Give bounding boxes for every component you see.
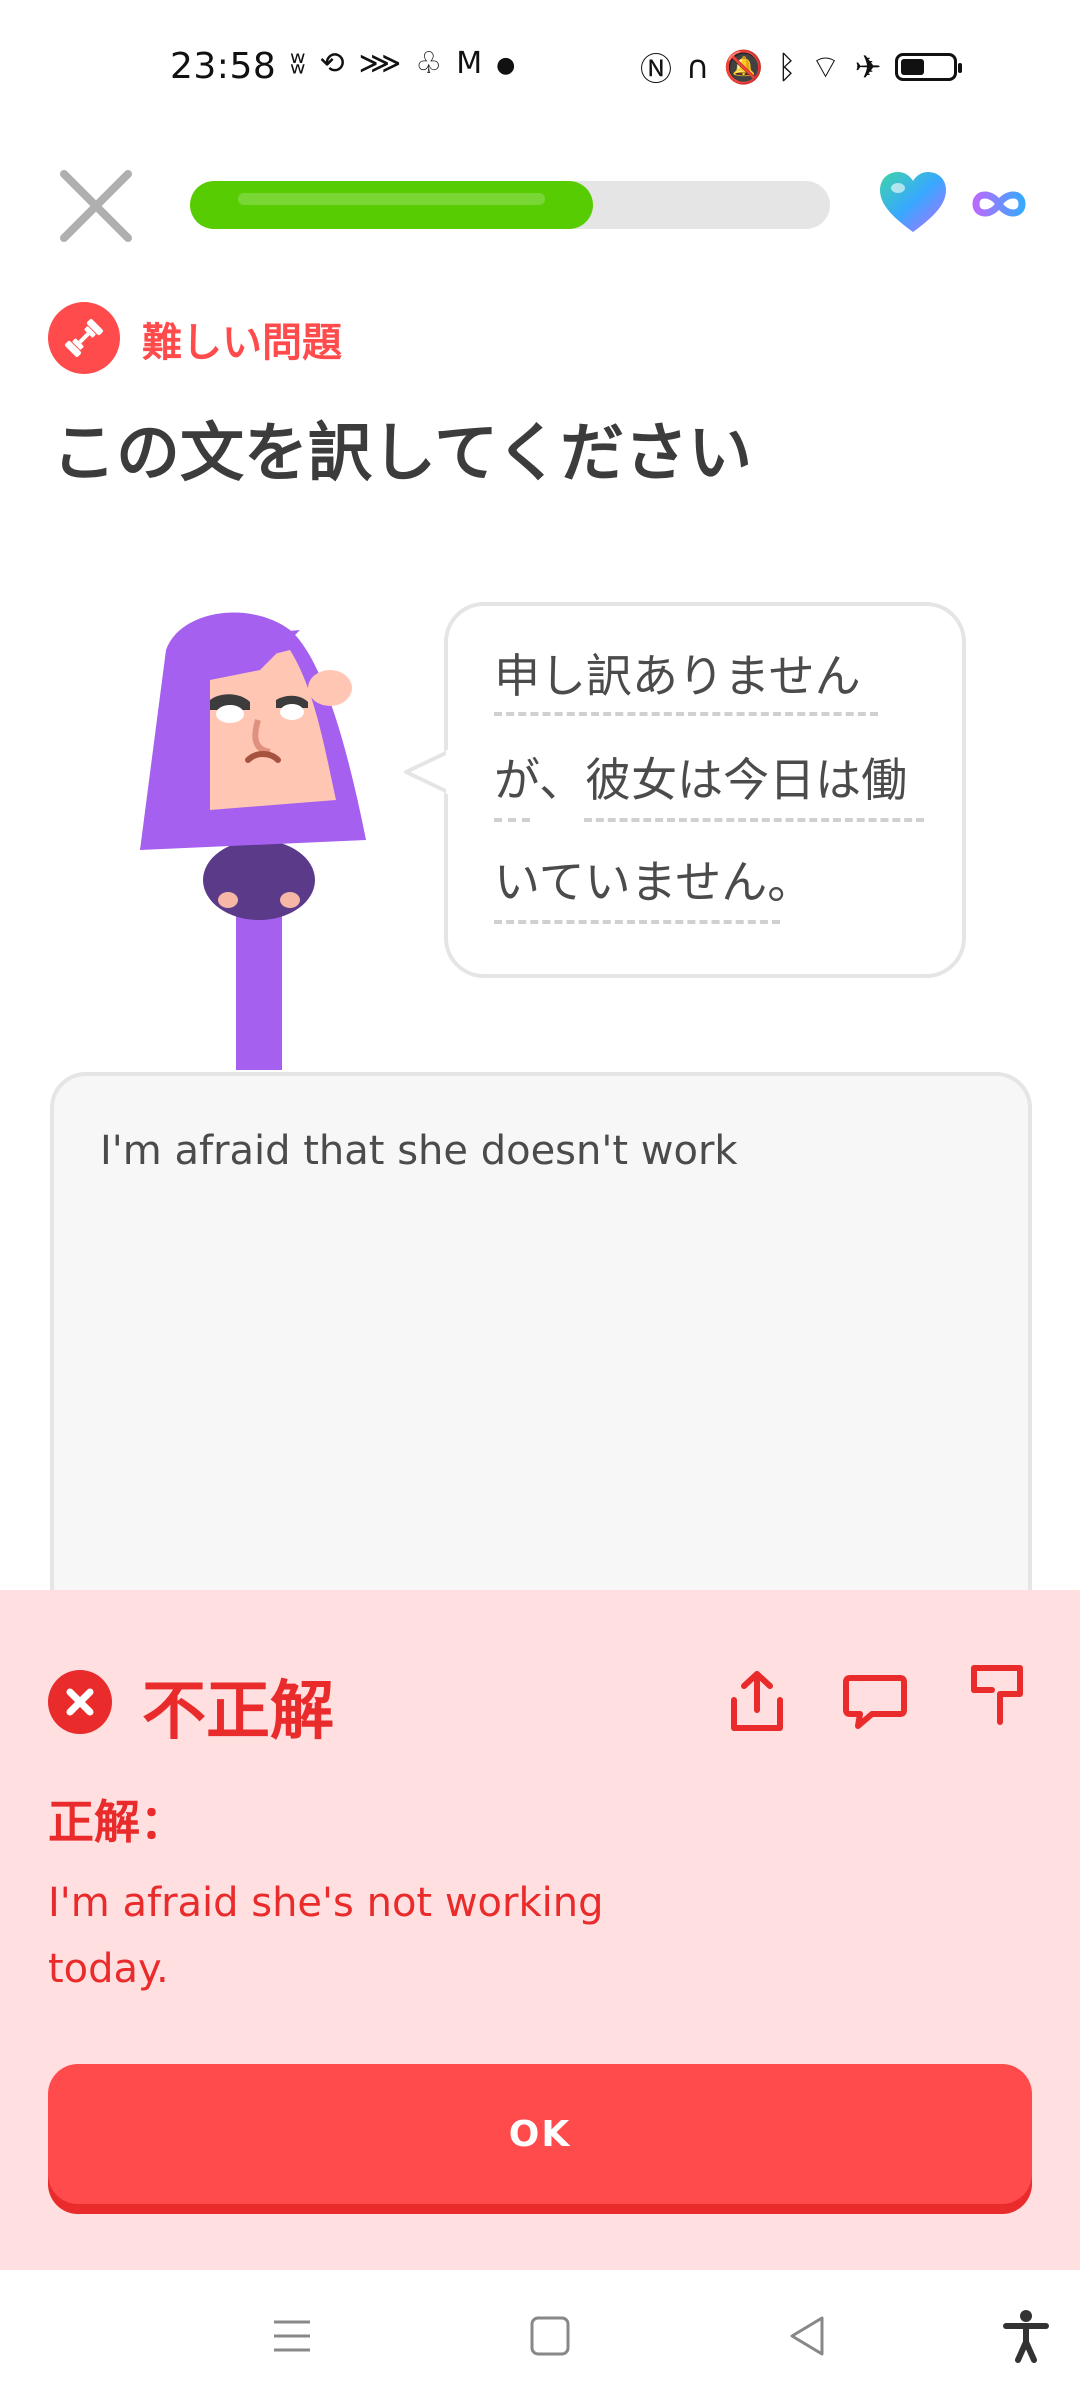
airplane-icon: ✈ — [854, 48, 882, 86]
correct-answer-label: 正解： — [48, 1795, 186, 1849]
status-time: 23:58 — [170, 46, 277, 87]
status-bar: 23:58 ʬ ⟲ ⋙ ♧ M ● Ⓝ ∩ 🔕 ᛒ ⌔ ✈ — [0, 0, 1080, 130]
word-hint-underline — [584, 818, 924, 822]
battery-icon — [895, 53, 963, 81]
correct-answer-text: I'm afraid she's not working today. — [48, 1880, 604, 1992]
word-hint-underline — [494, 712, 878, 716]
heart-icon[interactable] — [878, 170, 948, 236]
dumbbell-icon — [48, 302, 120, 374]
feedback-title: 不正解 — [142, 1675, 334, 1749]
share-icon[interactable] — [722, 1666, 792, 1736]
back-icon[interactable] — [778, 2306, 838, 2366]
comment-icon[interactable] — [840, 1666, 910, 1736]
word-hint-underline — [494, 818, 530, 822]
progress-shine — [238, 193, 545, 205]
answer-textarea[interactable]: I'm afraid that she doesn't work — [50, 1072, 1032, 1632]
page-title: この文を訳してください — [52, 417, 753, 491]
feedback-panel: 不正解 正解： I'm afraid she's not working tod… — [0, 1590, 1080, 2270]
battery-level — [901, 59, 925, 75]
notification-icon: ʬ — [290, 46, 306, 81]
progress-fill — [190, 181, 593, 229]
close-icon[interactable] — [56, 166, 136, 246]
status-left-icons: ʬ ⟲ ⋙ ♧ M ● — [290, 46, 515, 86]
ok-button-label: OK — [508, 2113, 572, 2155]
app-icon: ⋙ — [358, 46, 402, 81]
headphones-icon: ∩ — [686, 48, 710, 86]
system-nav-bar — [0, 2270, 1080, 2400]
accessibility-icon[interactable] — [996, 2306, 1056, 2366]
infinity-icon — [972, 191, 1026, 217]
app-icon-2: ♧ — [415, 46, 443, 81]
character-lily-illustration — [140, 612, 366, 1070]
dot-icon: ● — [496, 53, 516, 78]
speech-bubble-tail — [404, 750, 452, 794]
wifi-icon: ⌔ — [810, 48, 841, 86]
home-icon[interactable] — [520, 2306, 580, 2366]
answer-text: I'm afraid that she doesn't work — [100, 1128, 738, 1174]
prompt-line-2[interactable]: が、彼女は今日は働 — [494, 744, 907, 810]
report-flag-icon[interactable] — [962, 1660, 1032, 1730]
prompt-line-3[interactable]: いていません。 — [494, 846, 813, 912]
prompt-line-1[interactable]: 申し訳ありません — [494, 640, 861, 706]
hard-challenge-label: 難しい問題 — [142, 320, 342, 366]
sync-icon: ⟲ — [319, 46, 345, 81]
nfc-icon: Ⓝ — [640, 50, 673, 88]
status-right-icons: Ⓝ ∩ 🔕 ᛒ ⌔ ✈ — [640, 44, 963, 90]
bluetooth-icon: ᛒ — [777, 48, 797, 86]
error-x-icon — [48, 1670, 112, 1734]
word-hint-underline — [494, 920, 780, 924]
ok-button[interactable]: OK — [48, 2064, 1032, 2204]
gmail-icon: M — [456, 46, 483, 81]
mute-icon: 🔕 — [723, 48, 764, 86]
menu-icon[interactable] — [262, 2306, 322, 2366]
lesson-progress-bar — [190, 181, 830, 229]
